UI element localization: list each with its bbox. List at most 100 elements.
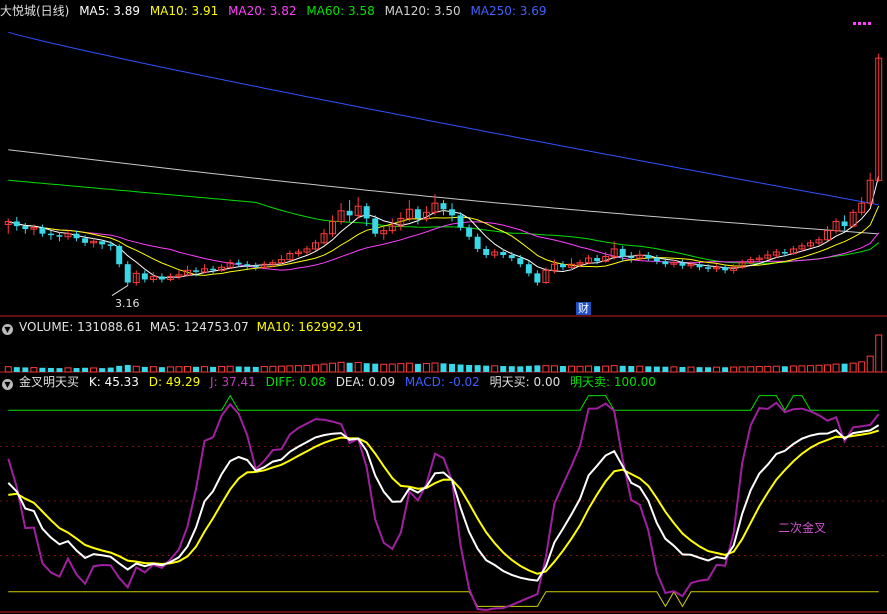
volume-bar	[841, 363, 848, 372]
candle-body	[653, 258, 660, 262]
candle-body	[517, 258, 524, 265]
volume-bar	[832, 363, 840, 373]
candle-body	[449, 209, 456, 216]
j-readout: J: 37.41	[210, 375, 256, 389]
volume-bar	[422, 363, 430, 373]
candle-body	[645, 255, 652, 259]
volume-bar	[201, 366, 209, 373]
ma250-readout: MA250: 3.69	[470, 4, 547, 18]
volume-bar	[576, 365, 584, 373]
volume-bar	[22, 367, 29, 372]
price-panel-header: 大悦城(日线) MA5: 3.89 MA10: 3.91 MA20: 3.82 …	[0, 3, 552, 19]
volume-bar	[286, 365, 294, 373]
ma10-readout: MA10: 3.91	[149, 4, 219, 18]
candle-body	[372, 218, 379, 234]
stock-title: 大悦城(日线)	[0, 4, 70, 18]
volume-bar	[175, 366, 183, 373]
volume-bar	[320, 363, 328, 373]
candle-body	[696, 264, 703, 268]
volume-bar	[781, 366, 788, 372]
indicator-name[interactable]: 金叉明天买	[19, 375, 79, 389]
volume-bar	[483, 365, 490, 372]
macd-readout: MACD: -0.02	[404, 375, 480, 389]
volume-bar	[550, 365, 558, 373]
candle-body	[346, 210, 353, 216]
volume-bar	[534, 365, 541, 372]
volume-bar	[99, 368, 106, 372]
volume-bar	[705, 367, 712, 372]
volume-bar	[252, 366, 259, 372]
volume-bar	[722, 367, 729, 372]
ma250-line	[8, 31, 879, 206]
ma10-line	[8, 205, 880, 276]
volume-bar	[47, 367, 54, 372]
candle-body	[124, 264, 131, 283]
volume-bar	[388, 363, 396, 373]
volume-bar	[90, 367, 98, 373]
volume-bar	[329, 362, 337, 373]
volume-bar	[294, 365, 302, 373]
candle-body	[22, 226, 29, 230]
candle-body	[158, 276, 165, 280]
volume-bar	[525, 365, 532, 372]
volume-bar	[457, 364, 464, 372]
volume-bar	[858, 361, 866, 373]
volume-ma5-readout: MA5: 124753.07	[149, 320, 249, 334]
volume-bar	[4, 366, 12, 373]
candle-body	[252, 265, 259, 268]
volume-collapse-icon[interactable]: ▼	[2, 324, 13, 335]
volume-bar	[585, 365, 593, 373]
candle-body	[781, 252, 788, 254]
volume-bar	[798, 365, 806, 373]
volume-bar	[414, 363, 421, 372]
volume-bar	[806, 365, 814, 373]
volume-bar	[124, 364, 131, 372]
volume-bar	[166, 366, 174, 373]
candle-body	[141, 273, 148, 280]
d-readout: D: 49.29	[148, 375, 201, 389]
volume-bar	[149, 366, 157, 373]
candle-body	[414, 209, 421, 219]
volume-bar	[824, 364, 832, 373]
sell-signal-line	[8, 394, 879, 412]
candle-body	[235, 262, 242, 265]
volume-bar	[141, 366, 148, 372]
event-marker[interactable]: 财	[576, 302, 591, 315]
volume-bar	[82, 367, 89, 372]
volume-bar	[815, 364, 823, 373]
volume-panel-header: ▼ VOLUME: 131088.61 MA5: 124753.07 MA10: …	[0, 319, 369, 335]
volume-bar	[730, 366, 738, 373]
volume-bar	[645, 366, 652, 372]
candle-body	[841, 221, 848, 227]
volume-bar	[662, 366, 669, 372]
volume-bar	[696, 367, 703, 372]
volume-bar	[269, 365, 277, 373]
volume-bar	[363, 363, 370, 372]
volume-bar	[474, 365, 481, 372]
volume-bar	[372, 363, 379, 372]
candle-body	[363, 206, 370, 219]
volume-bar	[764, 365, 772, 373]
ma120-readout: MA120: 3.50	[384, 4, 461, 18]
volume-bar	[594, 366, 601, 372]
volume-bar	[193, 366, 200, 372]
candle-body	[559, 264, 566, 268]
signal-dot	[868, 22, 871, 25]
volume-bar	[559, 366, 566, 372]
candle-body	[116, 245, 123, 265]
dea-readout: DEA: 0.09	[335, 375, 396, 389]
volume-bar	[866, 355, 874, 373]
volume-bar	[30, 367, 38, 373]
volume-bar	[679, 366, 686, 372]
volume-bar	[107, 367, 114, 372]
volume-bar	[500, 366, 507, 372]
volume-bar	[653, 366, 660, 372]
volume-bar	[449, 363, 456, 372]
ma5-readout: MA5: 3.89	[79, 4, 140, 18]
volume-bar	[405, 362, 413, 373]
signal-dot	[858, 22, 861, 25]
candle-body	[474, 236, 481, 249]
volume-bar	[380, 363, 388, 373]
volume-bar	[13, 367, 20, 372]
indicator-collapse-icon[interactable]: ▼	[2, 379, 13, 390]
